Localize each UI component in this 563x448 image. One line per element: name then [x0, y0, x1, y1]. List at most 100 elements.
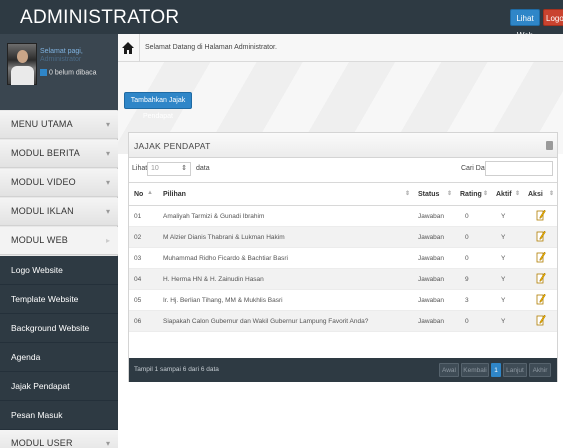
submenu-template-website[interactable]: Template Website: [0, 285, 118, 314]
page-size-select[interactable]: 10 ⇕: [147, 162, 191, 176]
welcome-text: Selamat pagi,: [40, 48, 83, 55]
poll-table: No ▲ Pilihan ⇕ Status ⇕ Rating ⇕ Aktif ⇕ Aksi…: [129, 182, 557, 332]
message-icon: [40, 69, 47, 76]
cell-rating: 0: [455, 205, 491, 227]
chevron-down-icon: ▾: [105, 178, 110, 187]
table-footer: Tampil 1 sampai 6 dari 6 data Awal Kemba…: [129, 358, 557, 382]
cell-pilihan: Muhammad Ridho Ficardo & Bachtiar Basri: [151, 247, 413, 269]
cell-no: 01: [129, 205, 151, 227]
submenu-jajak-pendapat[interactable]: Jajak Pendapat: [0, 372, 118, 401]
edit-icon[interactable]: [536, 293, 546, 305]
cell-no: 06: [129, 310, 151, 332]
sort-icon: ⇕: [548, 191, 554, 197]
page-next-button[interactable]: Lanjut: [503, 363, 527, 377]
edit-icon[interactable]: [536, 251, 546, 263]
cell-aksi: [523, 247, 557, 269]
cell-rating: 9: [455, 268, 491, 290]
logout-button[interactable]: Logout: [543, 9, 563, 26]
search-input[interactable]: [485, 161, 553, 176]
col-header-status[interactable]: Status ⇕: [413, 182, 455, 206]
select-arrow-icon: ⇕: [181, 165, 187, 172]
cell-aktif: Y: [491, 310, 523, 332]
menu-menu-utama[interactable]: MENU UTAMA ▾: [0, 111, 118, 139]
cell-status: Jawaban: [413, 247, 455, 269]
page-size-value: 10: [151, 165, 159, 172]
col-header-aktif[interactable]: Aktif ⇕: [491, 182, 523, 206]
cell-pilihan: Siapakah Calon Gubernur dan Wakil Gubern…: [151, 310, 413, 332]
cell-aktif: Y: [491, 247, 523, 269]
col-header-no[interactable]: No ▲: [129, 182, 153, 206]
cell-status: Jawaban: [413, 310, 455, 332]
col-header-aksi[interactable]: Aksi ⇕: [523, 182, 557, 206]
breadcrumb: Selamat Datang di Halaman Administrator.: [118, 34, 563, 62]
table-row: 06 Siapakah Calon Gubernur dan Wakil Gub…: [129, 310, 557, 332]
sort-icon: ⇕: [404, 191, 410, 197]
edit-icon[interactable]: [536, 230, 546, 242]
cell-aktif: Y: [491, 268, 523, 290]
submenu-label: Template Website: [11, 294, 79, 304]
add-poll-button[interactable]: Tambahkan Jajak Pendapat: [124, 92, 192, 120]
avatar: [7, 43, 37, 85]
breadcrumb-divider: [139, 34, 140, 62]
menu-label: MODUL BERITA: [11, 148, 80, 158]
unread-messages[interactable]: 0 belum dibaca: [40, 69, 96, 76]
home-icon[interactable]: [121, 41, 135, 55]
cell-status: Jawaban: [413, 268, 455, 290]
menu-label: MODUL WEB: [11, 235, 68, 245]
cell-rating: 0: [455, 247, 491, 269]
menu-modul-berita[interactable]: MODUL BERITA ▾: [0, 140, 118, 168]
table-row: 02 M Alzier Dianis Thabrani & Lukman Hak…: [129, 226, 557, 248]
menu-modul-iklan[interactable]: MODUL IKLAN ▾: [0, 198, 118, 226]
user-profile: Selamat pagi, Administrator 0 belum diba…: [0, 34, 118, 110]
cell-aksi: [523, 289, 557, 311]
menu-modul-video[interactable]: MODUL VIDEO ▾: [0, 169, 118, 197]
panel-title: JAJAK PENDAPAT: [134, 141, 211, 151]
menu-modul-user[interactable]: MODUL USER ▾: [0, 430, 118, 448]
submenu-background-website[interactable]: Background Website: [0, 314, 118, 343]
panel-header: JAJAK PENDAPAT: [129, 133, 557, 158]
page-prev-button[interactable]: Kembali: [461, 363, 489, 377]
submenu-agenda[interactable]: Agenda: [0, 343, 118, 372]
cell-aksi: [523, 310, 557, 332]
chevron-down-icon: ▾: [105, 149, 110, 158]
cell-pilihan: M Alzier Dianis Thabrani & Lukman Hakim: [151, 226, 413, 248]
unread-label: 0 belum dibaca: [49, 69, 97, 77]
menu-label: MENU UTAMA: [11, 119, 73, 129]
edit-icon[interactable]: [536, 209, 546, 221]
brand-title: ADMINISTRATOR: [20, 7, 180, 28]
table-row: 03 Muhammad Ridho Ficardo & Bachtiar Bas…: [129, 247, 557, 269]
cell-no: 02: [129, 226, 151, 248]
lihat-web-button[interactable]: Lihat Web: [510, 9, 540, 40]
sidebar: Selamat pagi, Administrator 0 belum diba…: [0, 34, 118, 448]
submenu-label: Background Website: [11, 323, 90, 333]
cell-status: Jawaban: [413, 226, 455, 248]
table-row: 01 Amaliyah Tarmizi & Gunadi Ibrahim Jaw…: [129, 205, 557, 227]
edit-icon[interactable]: [536, 314, 546, 326]
submenu-label: Pesan Masuk: [11, 410, 63, 420]
table-row: 04 H. Herma HN & H. Zainudin Hasan Jawab…: [129, 268, 557, 290]
cell-aktif: Y: [491, 205, 523, 227]
cell-no: 05: [129, 289, 151, 311]
cell-pilihan: Amaliyah Tarmizi & Gunadi Ibrahim: [151, 205, 413, 227]
submenu-label: Logo Website: [11, 265, 63, 275]
menu-modul-web[interactable]: MODUL WEB ▸: [0, 227, 118, 255]
submenu-logo-website[interactable]: Logo Website: [0, 256, 118, 285]
cell-rating: 0: [455, 226, 491, 248]
cell-aktif: Y: [491, 226, 523, 248]
page-first-button[interactable]: Awal: [439, 363, 459, 377]
col-header-rating[interactable]: Rating ⇕: [455, 182, 491, 206]
collapse-icon[interactable]: [546, 141, 553, 150]
sort-icon: ⇕: [446, 191, 452, 197]
col-header-pilihan[interactable]: Pilihan ⇕: [151, 182, 413, 206]
edit-icon[interactable]: [536, 272, 546, 284]
top-navbar: ADMINISTRATOR Lihat Web Logout: [0, 0, 563, 40]
submenu-pesan-masuk[interactable]: Pesan Masuk: [0, 401, 118, 430]
table-controls: Lihat 10 ⇕ data Cari Data:: [129, 158, 557, 182]
cell-status: Jawaban: [413, 289, 455, 311]
cell-status: Jawaban: [413, 205, 455, 227]
sort-icon: ⇕: [482, 191, 488, 197]
user-name: Administrator: [40, 56, 82, 63]
page-last-button[interactable]: Akhir: [529, 363, 551, 377]
cell-pilihan: H. Herma HN & H. Zainudin Hasan: [151, 268, 413, 290]
page-current-button[interactable]: 1: [491, 363, 501, 377]
